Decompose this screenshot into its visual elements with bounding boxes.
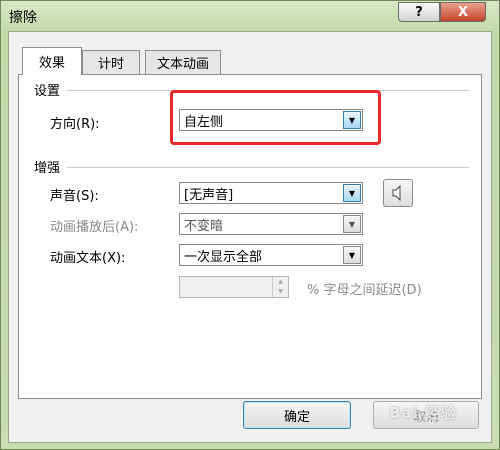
section-settings: 设置	[34, 84, 61, 99]
tab-text-animation[interactable]: 文本动画	[145, 50, 221, 74]
sound-value: [无声音]	[184, 187, 234, 203]
close-button[interactable]: X	[440, 2, 486, 22]
section-divider	[67, 167, 469, 168]
animate-text-dropdown[interactable]: 一次显示全部 ▼	[179, 244, 363, 266]
ok-button[interactable]: 确定	[243, 401, 351, 429]
tab-effect[interactable]: 效果	[22, 47, 82, 75]
speaker-icon	[392, 185, 401, 201]
chevron-down-icon[interactable]: ▼	[343, 111, 361, 129]
spin-down-icon[interactable]: ▼	[273, 287, 288, 297]
sound-preview-button[interactable]	[383, 179, 413, 207]
dialog-body: 效果 计时 文本动画 设置 方向(R): 自左侧 ▼ 增强 声音(S): [无声…	[8, 31, 492, 443]
spin-up-icon[interactable]: ▲	[273, 277, 288, 287]
title-bar[interactable]: 擦除 ? X	[1, 1, 499, 31]
sound-label: 声音(S):	[50, 189, 99, 204]
tab-timing[interactable]: 计时	[82, 50, 140, 74]
direction-value: 自左侧	[184, 114, 224, 130]
dialog-window: 擦除 ? X 效果 计时 文本动画 设置 方向(R): 自左侧 ▼ 增强 声音(…	[0, 0, 500, 450]
direction-dropdown[interactable]: 自左侧 ▼	[179, 109, 363, 131]
after-animation-label: 动画播放后(A):	[50, 220, 139, 235]
dialog-title: 擦除	[9, 10, 37, 26]
help-button[interactable]: ?	[398, 2, 440, 22]
delay-label: % 字母之间延迟(D)	[307, 283, 422, 298]
spinner-arrows[interactable]: ▲ ▼	[272, 277, 288, 297]
section-enhance: 增强	[34, 161, 61, 176]
sound-dropdown[interactable]: [无声音] ▼	[179, 182, 363, 204]
delay-spinner[interactable]: ▲ ▼	[179, 276, 289, 298]
chevron-down-icon[interactable]: ▼	[343, 184, 361, 202]
animate-text-value: 一次显示全部	[184, 249, 263, 265]
effect-panel: 设置 方向(R): 自左侧 ▼ 增强 声音(S): [无声音] ▼ 动画播放后(…	[18, 74, 482, 399]
chevron-down-icon[interactable]: ▼	[343, 246, 361, 264]
watermark: Bai 经验	[389, 404, 457, 422]
after-animation-dropdown[interactable]: 不变暗 ▼	[179, 213, 363, 235]
direction-label: 方向(R):	[50, 117, 100, 132]
after-animation-value: 不变暗	[184, 218, 224, 234]
chevron-down-icon[interactable]: ▼	[343, 215, 361, 233]
animate-text-label: 动画文本(X):	[50, 251, 126, 266]
